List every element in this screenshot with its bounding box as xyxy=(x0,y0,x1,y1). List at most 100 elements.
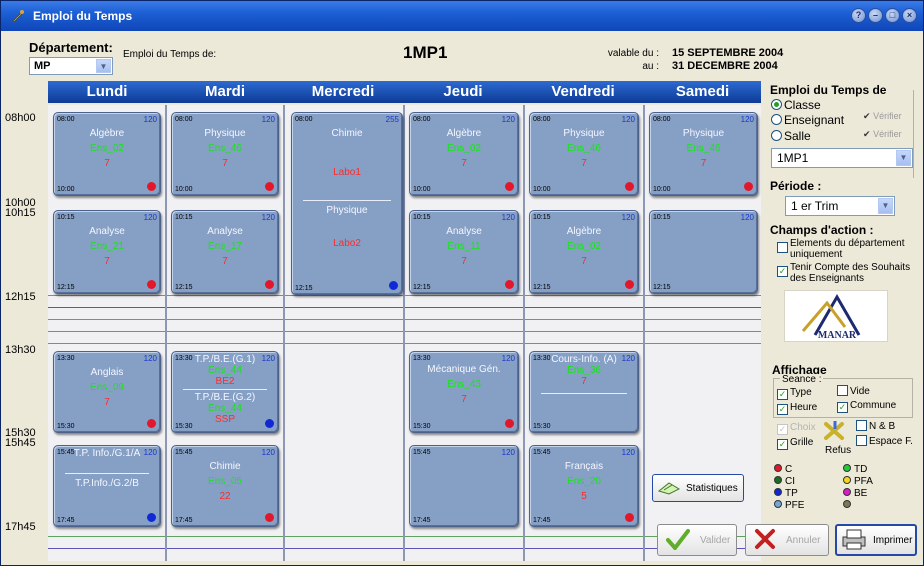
checkbox-vide[interactable]: Vide xyxy=(837,385,870,397)
session-card[interactable]: 08:00 120 Physique Ens_46 7 10:00 xyxy=(649,112,758,196)
annuler-button[interactable]: Annuler xyxy=(745,524,829,556)
valider-button[interactable]: Valider xyxy=(657,524,737,556)
type-dot-icon xyxy=(625,513,634,522)
close-button[interactable]: × xyxy=(902,8,917,23)
checkbox-type-label: Type xyxy=(790,387,812,398)
chevron-down-icon[interactable]: ▼ xyxy=(96,59,111,73)
teacher: Ens_46 xyxy=(567,143,601,154)
refus-icon[interactable] xyxy=(823,419,847,446)
session-card[interactable]: 10:15 120 Algèbre Ens_02 7 12:15 xyxy=(529,210,639,294)
radio-classe[interactable]: Classe xyxy=(771,98,821,112)
session-card[interactable]: 08:00 255 Chimie Labo1 Physique Labo2 12… xyxy=(291,112,403,295)
checkbox-checked-icon: ✓ xyxy=(837,402,848,413)
checkbox-type[interactable]: ✓ Type xyxy=(777,387,812,400)
count: 7 xyxy=(222,256,228,267)
subject: Français xyxy=(564,461,604,472)
end-time: 10:00 xyxy=(653,186,671,193)
end-time: 10:00 xyxy=(175,186,193,193)
maximize-button[interactable]: □ xyxy=(885,8,900,23)
window-title: Emploi du Temps xyxy=(33,9,133,23)
teacher: Ens_17 xyxy=(208,241,242,252)
minimize-button[interactable]: – xyxy=(868,8,883,23)
radio-enseignant-label: Enseignant xyxy=(784,113,845,127)
dot-icon xyxy=(774,500,782,508)
class-select[interactable]: 1MP1 ▼ xyxy=(771,148,913,168)
checkbox-choix[interactable]: ✓ Choix xyxy=(777,422,816,435)
dot-icon xyxy=(774,476,782,484)
session-card[interactable]: 10:15 120 Analyse Ens_21 7 12:15 xyxy=(53,210,161,294)
session-card[interactable]: 08:00 120 Physique Ens_46 7 10:00 xyxy=(529,112,639,196)
chevron-down-icon[interactable]: ▼ xyxy=(878,198,893,214)
statistiques-label: Statistiques xyxy=(686,482,738,494)
session-card[interactable]: 08:00 120 Algèbre Ens_02 7 10:00 xyxy=(409,112,519,196)
type-dot-icon xyxy=(505,182,514,191)
session-card[interactable]: 10:15 120 12:15 xyxy=(649,210,758,294)
session-card[interactable]: 10:15 120 Analyse Ens_17 7 12:15 xyxy=(171,210,279,294)
legend-item: CI xyxy=(774,476,795,487)
session-number: 255 xyxy=(385,115,399,124)
teacher: Ens_36 xyxy=(567,365,601,376)
session-number: 120 xyxy=(261,448,275,457)
session-card[interactable]: 13:30 120 Cours-Info. (A) Ens_36 7 15:30 xyxy=(529,351,639,433)
subject: Mécanique Gén. xyxy=(427,364,501,375)
session-card[interactable]: 15:45 120 17:45 xyxy=(409,445,519,527)
verifier-salle-button[interactable]: ✔ Vérifier xyxy=(863,129,902,140)
annuler-label: Annuler xyxy=(786,534,821,546)
verifier-label: Vérifier xyxy=(873,111,902,121)
teacher: Ens_44 xyxy=(208,403,242,414)
subject: Chimie xyxy=(209,461,241,472)
session-card[interactable]: 15:45 120 Chimie Ens_05 22 17:45 xyxy=(171,445,279,527)
hour-label: 12h15 xyxy=(5,291,36,303)
check-icon: ✔ xyxy=(863,111,871,121)
radio-selected-icon xyxy=(771,99,782,110)
start-time: 15:45 xyxy=(175,449,193,456)
day-mardi: Mardi xyxy=(204,83,245,100)
departement-select[interactable]: MP ▼ xyxy=(29,57,113,75)
periode-select[interactable]: 1 er Trim ▼ xyxy=(785,196,895,216)
session-number: 120 xyxy=(261,115,275,124)
radio-salle[interactable]: Salle xyxy=(771,129,811,143)
session-number: 120 xyxy=(621,448,635,457)
day-lundi: Lundi xyxy=(86,83,128,100)
help-icon[interactable]: ? xyxy=(851,8,866,23)
start-time: 10:15 xyxy=(57,214,75,221)
checkbox-commune[interactable]: ✓ Commune xyxy=(837,400,896,413)
session-number: 120 xyxy=(143,213,157,222)
checkbox-nb[interactable]: N & B xyxy=(856,420,895,432)
checkbox-grille[interactable]: ✓ Grille xyxy=(777,437,813,450)
session-card[interactable]: 13:30 120 T.P./B.E.(G.1) Ens_44 BE2 T.P.… xyxy=(171,351,279,433)
statistiques-button[interactable]: Statistiques xyxy=(652,474,744,502)
subject: Algèbre xyxy=(566,226,602,237)
checkbox-tenir[interactable]: ✓ Tenir Compte des Souhaits des Enseigna… xyxy=(777,262,913,284)
checkbox-nb-label: N & B xyxy=(869,421,896,432)
valider-label: Valider xyxy=(700,534,731,546)
valable-du-value: 15 SEPTEMBRE 2004 xyxy=(672,47,784,59)
checkbox-checked-icon: ✓ xyxy=(777,389,788,400)
session-number: 120 xyxy=(501,213,515,222)
checkbox-heure[interactable]: ✓ Heure xyxy=(777,402,817,415)
start-time: 15:45 xyxy=(413,449,431,456)
radio-enseignant[interactable]: Enseignant xyxy=(771,113,844,127)
session-card[interactable]: 13:30 120 Anglais Ens_09 7 15:30 xyxy=(53,351,161,433)
session-card[interactable]: 13:30 120 Mécanique Gén. Ens_43 7 15:30 xyxy=(409,351,519,433)
imprimer-button[interactable]: Imprimer xyxy=(835,524,917,556)
room: BE2 xyxy=(215,376,235,387)
subject: Algèbre xyxy=(89,128,125,139)
session-card[interactable]: 10:15 120 Analyse Ens_11 7 12:15 xyxy=(409,210,519,294)
app-icon xyxy=(11,9,25,23)
logo-text: MANAR xyxy=(818,330,857,341)
end-time: 17:45 xyxy=(57,517,75,524)
checkbox-elements[interactable]: Elements du département uniquement xyxy=(777,238,913,260)
valable-du-label: valable du : xyxy=(607,48,659,59)
teacher: Ens_20 xyxy=(567,476,601,487)
verifier-enseignant-button[interactable]: ✔ Vérifier xyxy=(863,111,902,122)
checkbox-espace[interactable]: Espace F. xyxy=(856,435,913,447)
chevron-down-icon[interactable]: ▼ xyxy=(896,150,911,166)
start-time: 08:00 xyxy=(295,116,313,123)
session-card[interactable]: 08:00 120 Physique Ens_46 7 10:00 xyxy=(171,112,279,196)
valable-au-label: au : xyxy=(642,61,659,72)
session-card[interactable]: 15:45 120 Français Ens_20 5 17:45 xyxy=(529,445,639,527)
day-mercredi: Mercredi xyxy=(311,83,375,100)
session-card[interactable]: 15:45 120 T.P. Info./G.1/A T.P.Info./G.2… xyxy=(53,445,161,527)
session-card[interactable]: 08:00 120 Algèbre Ens_02 7 10:00 xyxy=(53,112,161,196)
